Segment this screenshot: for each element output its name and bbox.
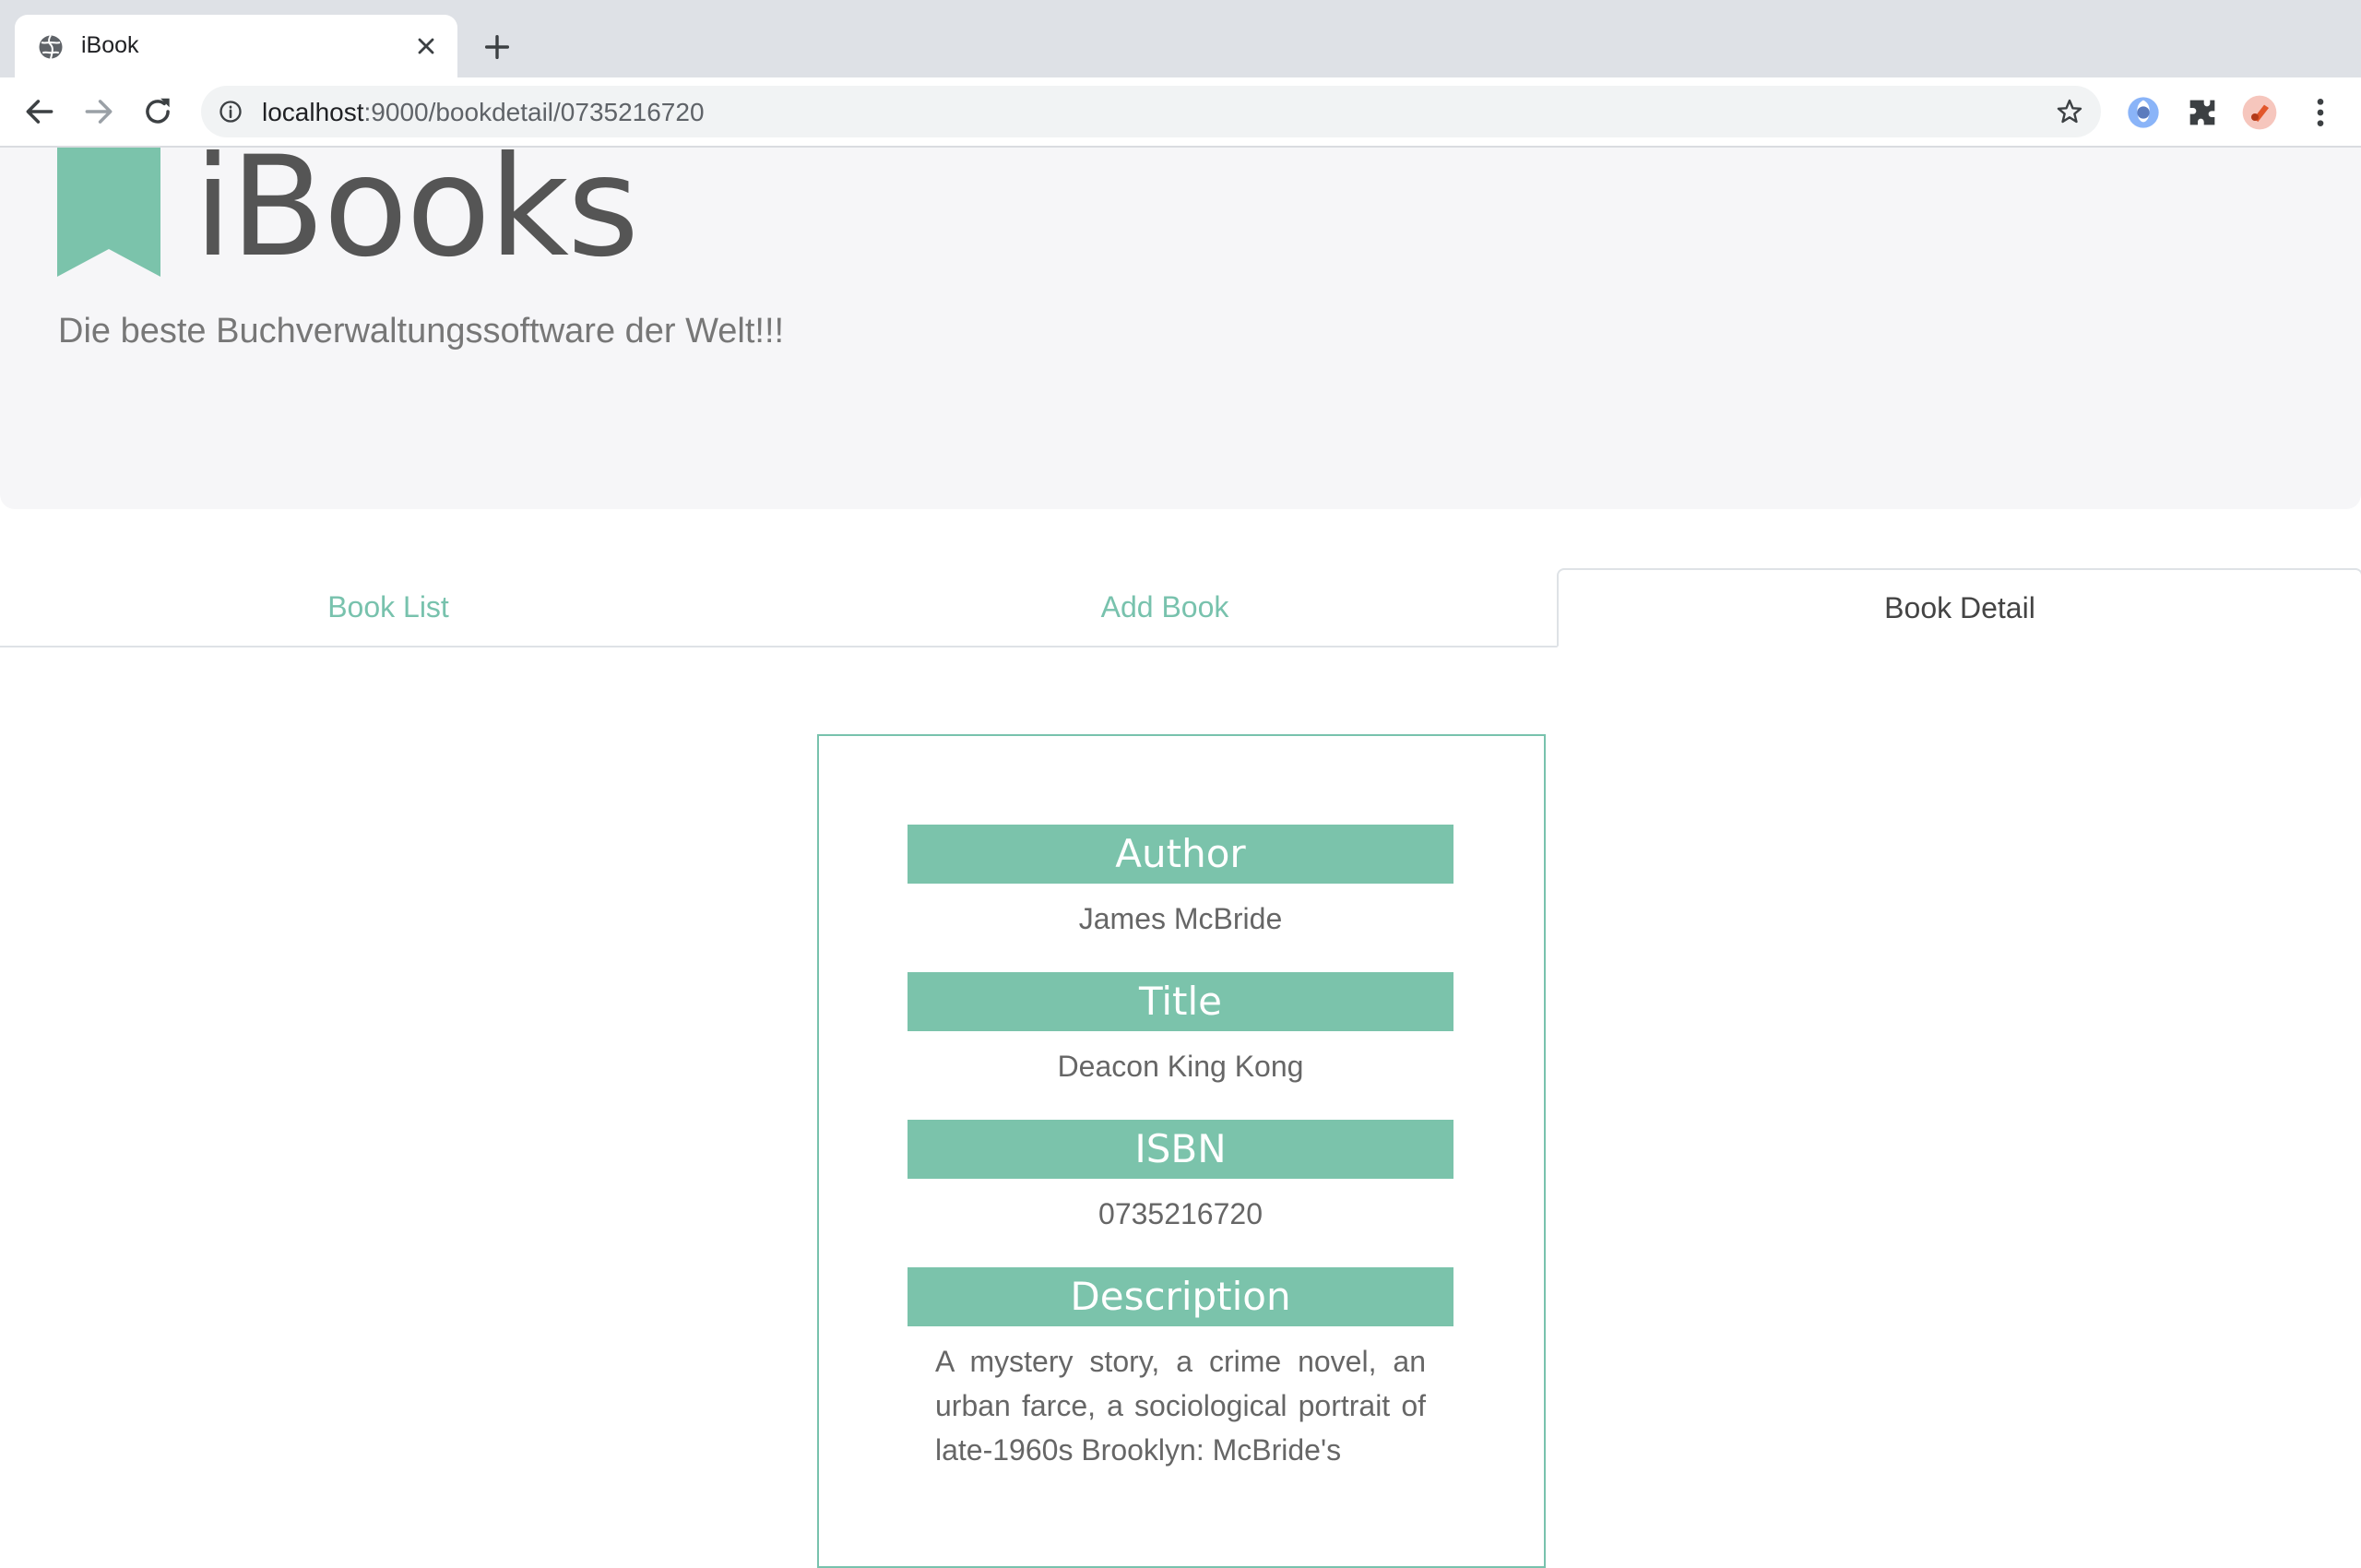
page-content: iBooks Die beste Buchverwaltungssoftware… bbox=[0, 138, 2361, 1568]
profile-avatar-icon[interactable] bbox=[2241, 94, 2278, 131]
isbn-value: 0735216720 bbox=[1098, 1197, 1263, 1230]
title-header: Title bbox=[908, 972, 1453, 1031]
tab-title: iBook bbox=[81, 32, 139, 58]
info-icon[interactable] bbox=[218, 99, 243, 125]
forward-arrow-icon[interactable] bbox=[81, 94, 116, 129]
browser-tabstrip: iBook bbox=[0, 0, 2361, 77]
book-detail-card: Author James McBride Title Deacon King K… bbox=[817, 734, 1546, 1568]
extension-shield-icon[interactable] bbox=[2125, 94, 2162, 131]
author-value: James McBride bbox=[1078, 902, 1283, 935]
more-menu-icon[interactable] bbox=[2302, 94, 2339, 131]
description-header: Description bbox=[908, 1267, 1453, 1326]
browser-tab[interactable]: iBook bbox=[15, 15, 457, 77]
title-value: Deacon King Kong bbox=[1057, 1050, 1304, 1083]
globe-icon bbox=[39, 34, 63, 59]
brand-title: iBooks bbox=[194, 127, 639, 288]
tagline: Die beste Buchverwaltungssoftware der We… bbox=[58, 312, 785, 350]
nav-tabs: Book List Add Book Book Detail bbox=[0, 568, 2361, 647]
bookmark-logo-icon bbox=[57, 148, 160, 277]
isbn-header: ISBN bbox=[908, 1120, 1453, 1179]
url-path: :9000/bookdetail/0735216720 bbox=[363, 98, 705, 126]
new-tab-icon[interactable] bbox=[481, 31, 513, 63]
author-header: Author bbox=[908, 825, 1453, 884]
jumbotron-header: iBooks Die beste Buchverwaltungssoftware… bbox=[0, 138, 2361, 509]
close-icon[interactable] bbox=[413, 33, 439, 59]
tab-book-list[interactable]: Book List bbox=[0, 568, 777, 646]
tab-add-book[interactable]: Add Book bbox=[777, 568, 1553, 646]
url-host: localhost bbox=[262, 98, 364, 126]
extensions-puzzle-icon[interactable] bbox=[2184, 94, 2221, 131]
description-text: A mystery story, a crime novel, an urban… bbox=[935, 1345, 1426, 1467]
tab-book-detail[interactable]: Book Detail bbox=[1557, 568, 2361, 647]
url-text: localhost:9000/bookdetail/0735216720 bbox=[262, 98, 705, 127]
reload-icon[interactable] bbox=[140, 94, 175, 129]
back-arrow-icon[interactable] bbox=[22, 94, 57, 129]
bookmark-star-icon[interactable] bbox=[2055, 97, 2084, 126]
